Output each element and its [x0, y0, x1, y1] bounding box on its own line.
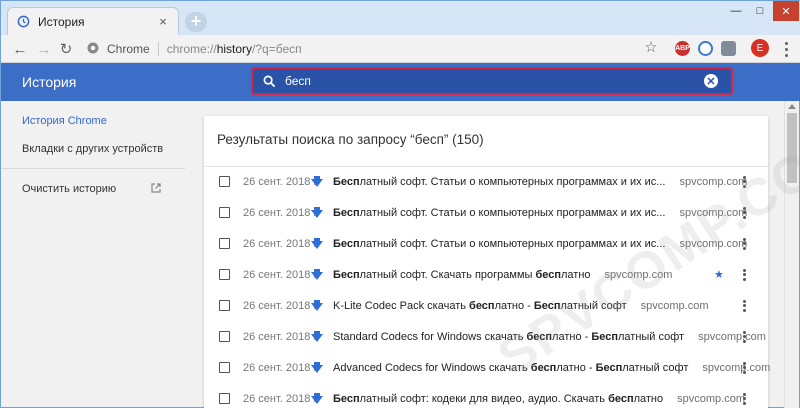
row-checkbox[interactable] [219, 331, 230, 342]
row-title-link[interactable]: Бесплатный софт. Статьи о компьютерных п… [333, 176, 747, 188]
maximize-button[interactable]: □ [749, 1, 771, 21]
row-menu-icon[interactable] [743, 299, 747, 312]
adblock-extension-icon[interactable]: ABP [675, 41, 690, 56]
sidebar-item-chrome-history[interactable]: История Chrome [22, 115, 107, 127]
history-row[interactable]: 26 сент. 2018 г. Бесплатный софт. Статьи … [204, 197, 768, 228]
row-checkbox[interactable] [219, 176, 230, 187]
results-title: Результаты поиска по запросу “бесп” (150… [217, 132, 484, 147]
row-menu-icon[interactable] [743, 392, 747, 405]
address-separator [157, 42, 159, 56]
row-date: 26 сент. 2018 г. [243, 268, 320, 281]
chrome-menu-icon[interactable] [779, 40, 793, 58]
row-domain: spvcomp.com [679, 206, 748, 219]
row-domain: spvcomp.com [702, 361, 771, 374]
page-title: История [22, 74, 77, 90]
download-arrow-favicon-icon [310, 175, 324, 188]
scroll-thumb[interactable] [787, 113, 797, 183]
row-domain: spvcomp.com [640, 299, 709, 312]
bookmarked-star-icon[interactable]: ★ [714, 268, 724, 281]
reload-button[interactable]: ↻ [57, 40, 75, 58]
row-domain: spvcomp.com [698, 330, 766, 343]
row-domain: spvcomp.com [679, 175, 748, 188]
download-arrow-favicon-icon [310, 330, 324, 343]
download-arrow-favicon-icon [310, 361, 324, 374]
sidebar-item-clear-history[interactable]: Очистить историю [22, 183, 116, 195]
history-row[interactable]: 26 сент. 2018 г. Бесплатный софт. Статьи … [204, 166, 768, 197]
row-date: 26 сент. 2018 г. [243, 299, 320, 312]
row-menu-icon[interactable] [743, 175, 747, 188]
search-input[interactable] [285, 74, 704, 88]
site-name: Chrome [107, 42, 150, 56]
url-text: chrome://history/?q=бесп [166, 42, 302, 56]
sidebar-item-other-devices[interactable]: Вкладки с других устройств [22, 143, 163, 155]
browser-toolbar: ← → ↻ Chrome chrome://history/?q=бесп ☆ … [1, 35, 800, 63]
row-title-link[interactable]: Бесплатный софт: кодеки для видео, аудио… [333, 393, 745, 405]
sidebar-divider [1, 168, 185, 169]
bookmark-star-icon[interactable]: ☆ [643, 40, 659, 56]
external-link-icon[interactable] [150, 182, 162, 194]
browser-window: История × + — □ ✕ ← → ↻ Chrome chrome://… [0, 0, 800, 408]
history-row[interactable]: 26 сент. 2018 г. Бесплатный софт. Скачать… [204, 259, 768, 290]
search-icon [253, 75, 285, 88]
results-card: Результаты поиска по запросу “бесп” (150… [204, 116, 770, 408]
history-icon [16, 15, 30, 29]
history-row[interactable]: 26 сент. 2018 г. Advanced Codecs for Wind… [204, 352, 770, 383]
download-arrow-favicon-icon [310, 392, 324, 405]
row-domain: spvcomp.com [604, 268, 673, 281]
tab-title: История [38, 14, 85, 29]
row-checkbox[interactable] [219, 207, 230, 218]
history-row[interactable]: 26 сент. 2018 г. Бесплатный софт. Статьи … [204, 228, 768, 259]
close-window-button[interactable]: ✕ [773, 1, 799, 21]
profile-avatar[interactable]: E [751, 39, 769, 57]
row-checkbox[interactable] [219, 362, 230, 373]
download-arrow-favicon-icon [310, 237, 324, 250]
row-checkbox[interactable] [219, 238, 230, 249]
download-arrow-favicon-icon [310, 268, 324, 281]
shield-extension-icon[interactable] [721, 41, 736, 56]
download-arrow-favicon-icon [310, 299, 324, 312]
row-checkbox[interactable] [219, 393, 230, 404]
back-button[interactable]: ← [11, 40, 29, 58]
chrome-site-icon [87, 42, 101, 56]
row-date: 26 сент. 2018 г. [243, 206, 320, 219]
history-search-box[interactable]: ✕ [251, 67, 733, 95]
row-menu-icon[interactable] [743, 330, 747, 343]
history-row[interactable]: 26 сент. 2018 г. K-Lite Codec Pack скачат… [204, 290, 768, 321]
row-checkbox[interactable] [219, 300, 230, 311]
row-menu-icon[interactable] [743, 361, 747, 374]
row-date: 26 сент. 2018 г. [243, 175, 320, 188]
row-checkbox[interactable] [219, 269, 230, 280]
clear-search-icon[interactable]: ✕ [704, 74, 718, 88]
row-menu-icon[interactable] [743, 206, 747, 219]
row-date: 26 сент. 2018 г. [243, 361, 320, 374]
row-date: 26 сент. 2018 г. [243, 330, 320, 343]
row-menu-icon[interactable] [743, 268, 747, 281]
row-title-link[interactable]: Бесплатный софт. Статьи о компьютерных п… [333, 207, 747, 219]
row-menu-icon[interactable] [743, 237, 747, 250]
history-header: История ✕ [1, 63, 800, 101]
tab-strip: История × + — □ ✕ [1, 1, 800, 35]
history-row[interactable]: 26 сент. 2018 г. Standard Codecs for Wind… [204, 321, 768, 352]
row-title-link[interactable]: K-Lite Codec Pack скачать бесплатно - Бе… [333, 300, 708, 312]
row-domain: spvcomp.com [679, 237, 748, 250]
tab-history[interactable]: История × [7, 7, 179, 35]
history-row[interactable]: 26 сент. 2018 г. Бесплатный софт: кодеки … [204, 383, 768, 408]
row-date: 26 сент. 2018 г. [243, 392, 320, 405]
extension-icon[interactable] [698, 41, 713, 56]
minimize-button[interactable]: — [725, 1, 747, 21]
row-title-link[interactable]: Бесплатный софт. Скачать программы беспл… [333, 269, 672, 281]
row-date: 26 сент. 2018 г. [243, 237, 320, 250]
forward-button[interactable]: → [35, 40, 53, 58]
row-title-link[interactable]: Standard Codecs for Windows скачать бесп… [333, 331, 766, 343]
page-scrollbar[interactable] [784, 101, 799, 408]
row-title-link[interactable]: Advanced Codecs for Windows скачать бесп… [333, 362, 770, 374]
address-bar[interactable]: Chrome chrome://history/?q=бесп [81, 38, 667, 60]
download-arrow-favicon-icon [310, 206, 324, 219]
row-domain: spvcomp.com [677, 392, 745, 405]
new-tab-button[interactable]: + [185, 12, 207, 32]
scroll-up-arrow-icon[interactable] [788, 104, 796, 109]
row-title-link[interactable]: Бесплатный софт. Статьи о компьютерных п… [333, 238, 747, 250]
tab-close-icon[interactable]: × [156, 14, 170, 29]
sidebar: История Chrome Вкладки с других устройст… [1, 101, 191, 408]
